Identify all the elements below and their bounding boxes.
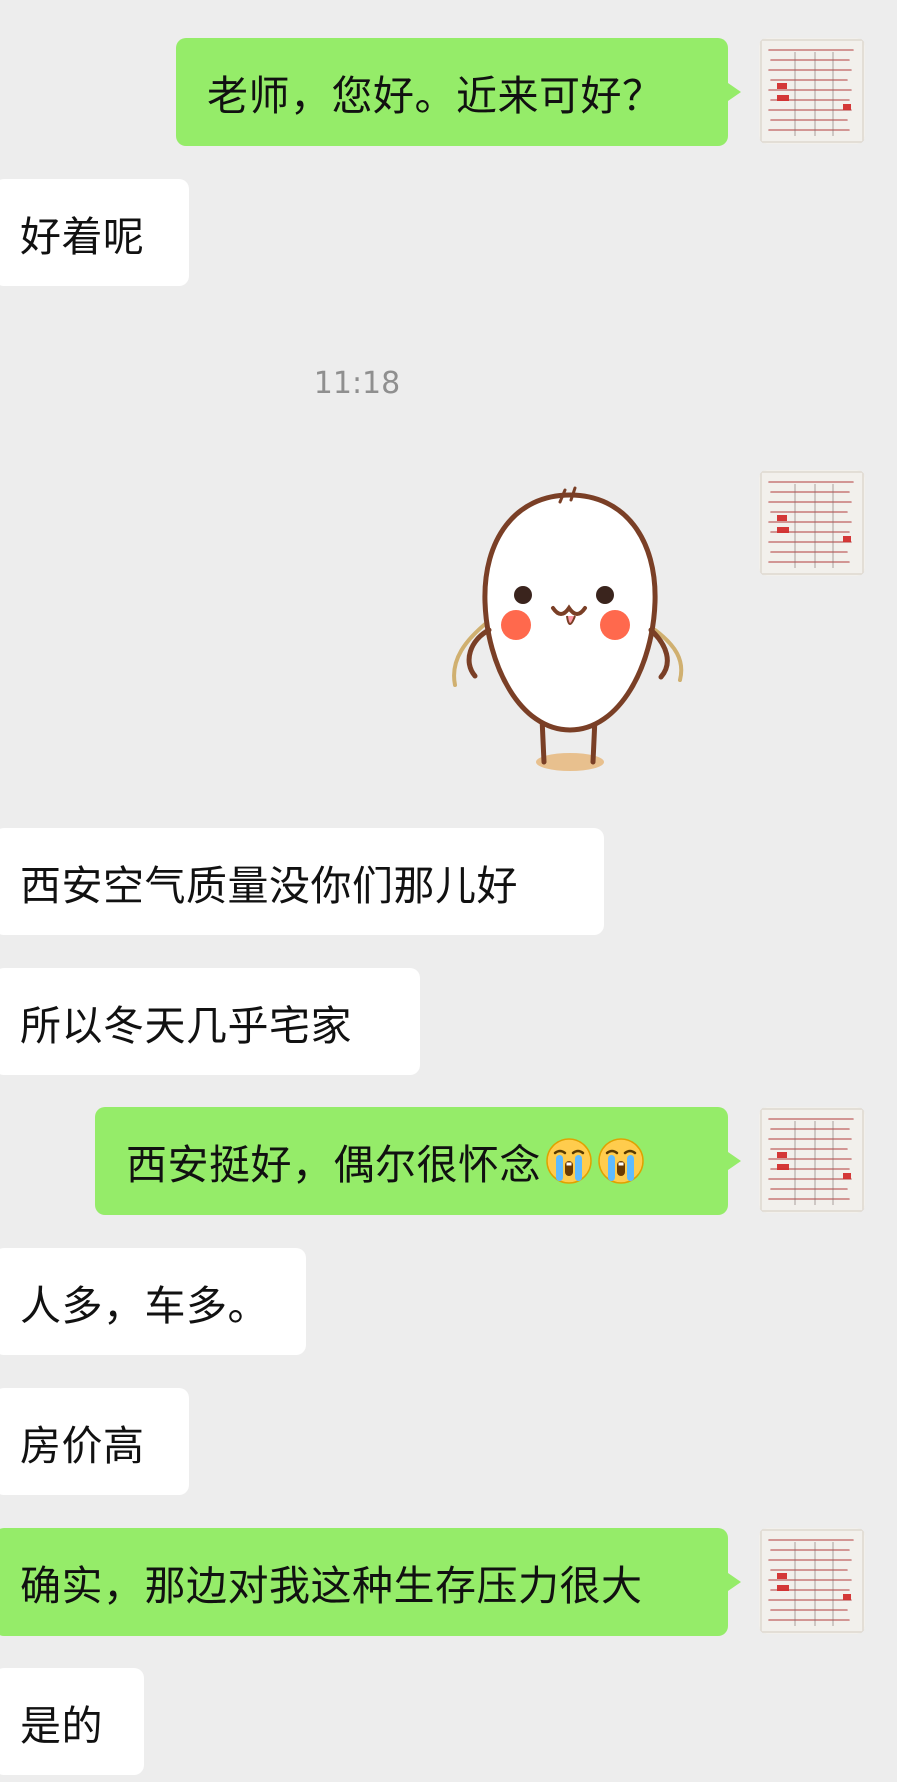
message-bubble-incoming[interactable]: 是的 xyxy=(0,1668,144,1775)
message-text: 人多，车多。 xyxy=(20,1281,269,1330)
message-bubble-incoming[interactable]: 人多，车多。 xyxy=(0,1248,306,1355)
message-bubble-incoming[interactable]: 好着呢 xyxy=(0,179,189,286)
cute-white-blob-sticker-icon xyxy=(452,486,684,771)
message-bubble-incoming[interactable]: 房价高 xyxy=(0,1388,189,1495)
message-bubble-outgoing[interactable]: 确实，那边对我这种生存压力很大 xyxy=(0,1528,728,1636)
message-bubble-incoming[interactable]: 西安空气质量没你们那儿好 xyxy=(0,828,604,935)
message-text: 确实，那边对我这种生存压力很大 xyxy=(20,1562,643,1610)
loudly-crying-face-icon xyxy=(545,1137,593,1185)
sender-avatar[interactable] xyxy=(759,1107,865,1213)
message-text: 好着呢 xyxy=(20,212,145,261)
loudly-crying-face-icon xyxy=(597,1137,645,1185)
message-text: 是的 xyxy=(20,1701,103,1750)
calligraphy-avatar-icon xyxy=(759,470,865,576)
sender-avatar[interactable] xyxy=(759,1528,865,1634)
chat-conversation[interactable]: 老师，您好。近来可好？ 好着呢 11:18 西安空气质量没你们那儿好 所以冬天几… xyxy=(0,0,897,1782)
sticker-message[interactable] xyxy=(445,480,695,800)
message-bubble-incoming[interactable]: 所以冬天几乎宅家 xyxy=(0,968,420,1075)
bubble-tail xyxy=(728,1573,741,1591)
message-bubble-outgoing[interactable]: 西安挺好，偶尔很怀念 xyxy=(95,1107,728,1215)
sender-avatar[interactable] xyxy=(759,470,865,576)
message-text: 所以冬天几乎宅家 xyxy=(20,1001,352,1050)
message-bubble-outgoing[interactable]: 老师，您好。近来可好？ xyxy=(176,38,728,146)
message-text: 西安空气质量没你们那儿好 xyxy=(20,861,518,910)
bubble-tail xyxy=(728,83,741,101)
message-text: 西安挺好，偶尔很怀念 xyxy=(126,1141,541,1189)
calligraphy-avatar-icon xyxy=(759,1528,865,1634)
calligraphy-avatar-icon xyxy=(759,1107,865,1213)
sender-avatar[interactable] xyxy=(759,38,865,144)
chat-timestamp: 11:18 xyxy=(313,366,401,401)
message-text: 房价高 xyxy=(20,1421,145,1470)
bubble-tail xyxy=(728,1152,741,1170)
message-text: 老师，您好。近来可好？ xyxy=(207,72,664,120)
calligraphy-avatar-icon xyxy=(759,38,865,144)
